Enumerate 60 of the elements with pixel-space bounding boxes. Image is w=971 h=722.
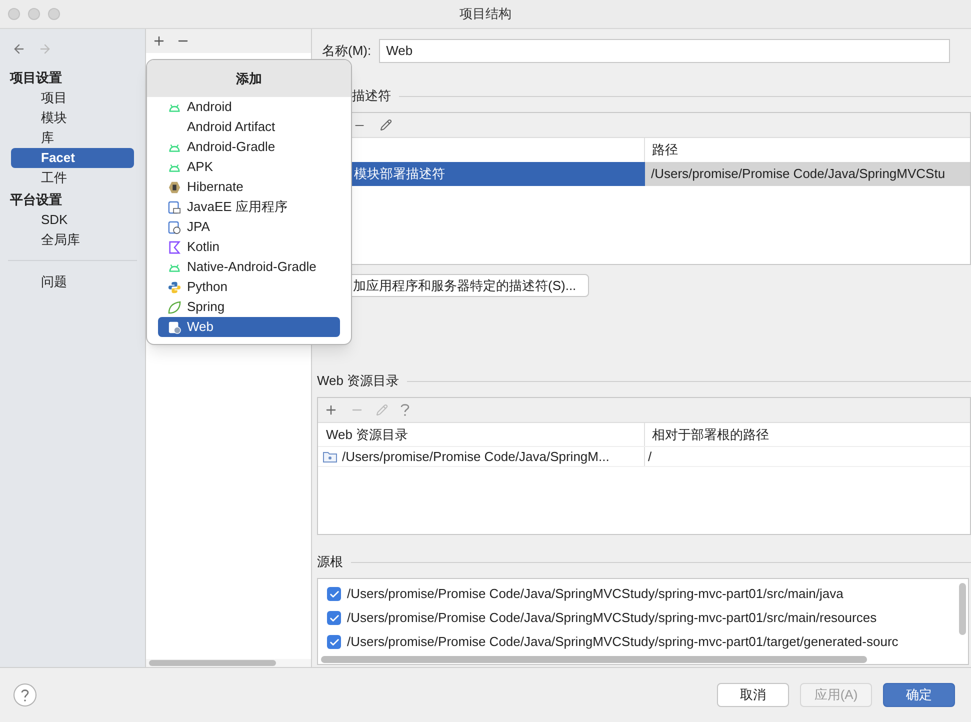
- help-icon[interactable]: [400, 403, 410, 417]
- window-title: 项目结构: [458, 5, 512, 24]
- scrollbar[interactable]: [149, 660, 276, 666]
- menu-item[interactable]: Android-Gradle: [158, 137, 340, 157]
- sidebar-item[interactable]: 模块: [11, 108, 134, 128]
- document-icon: [168, 200, 181, 214]
- table-cell-text: /Users/promise/Promise Code/Java/SpringM...: [342, 448, 610, 466]
- web-page-icon: [168, 320, 181, 334]
- section-title: 源根: [317, 553, 343, 572]
- menu-item[interactable]: Android Artifact: [158, 117, 340, 137]
- sidebar-heading: 项目设置: [8, 69, 63, 88]
- leaf-icon: [168, 300, 181, 314]
- name-field[interactable]: Web: [379, 39, 950, 63]
- source-root-path: /Users/promise/Promise Code/Java/SpringMVCStudy/spring-mvc-part01/target/generated-sourc: [347, 633, 898, 652]
- column-header: 路径: [651, 141, 679, 160]
- checkbox[interactable]: [327, 587, 341, 601]
- check-icon: [328, 612, 340, 624]
- folder-icon: [323, 450, 337, 462]
- column-header: Web 资源目录: [318, 423, 645, 446]
- menu-item[interactable]: Kotlin: [158, 237, 340, 257]
- menu-item[interactable]: JPA: [158, 217, 340, 237]
- menu-item[interactable]: Web: [158, 317, 340, 337]
- dialog-button[interactable]: 确定: [883, 683, 955, 707]
- check-icon: [328, 588, 340, 600]
- field-label: 名称(M):: [322, 42, 372, 60]
- help-icon[interactable]: [13, 683, 37, 707]
- sidebar-item[interactable]: 全局库: [11, 230, 134, 250]
- section-title: 描述符: [352, 87, 391, 106]
- kotlin-icon: [168, 240, 181, 254]
- scrollbar[interactable]: [958, 583, 966, 635]
- sidebar-item[interactable]: Facet: [11, 148, 134, 168]
- section-title: Web 资源目录: [317, 372, 400, 390]
- menu-item[interactable]: JavaEE 应用程序: [158, 197, 340, 217]
- sidebar-item[interactable]: 问题: [11, 272, 134, 292]
- menu-item[interactable]: Native-Android-Gradle: [158, 257, 340, 277]
- checkbox[interactable]: [327, 611, 341, 625]
- sidebar-item[interactable]: 工件: [11, 168, 134, 188]
- dialog-button[interactable]: 取消: [717, 683, 789, 707]
- check-icon: [328, 636, 340, 648]
- column-header: 相对于部署根的路径: [651, 426, 770, 444]
- checkbox[interactable]: [327, 635, 341, 649]
- add-icon[interactable]: [152, 34, 166, 48]
- sidebar-item[interactable]: 库: [11, 128, 134, 148]
- menu-title: 添加: [236, 70, 262, 88]
- python-icon: [168, 280, 181, 294]
- table-cell: /Users/promise/Promise Code/Java/SpringMVCStu: [645, 162, 970, 186]
- table-cell-text: /: [647, 448, 653, 466]
- edit-icon[interactable]: [380, 119, 392, 131]
- table-row[interactable]: 模块部署描述符 /Users/promise/Promise Code/Java/SpringMVCStu: [313, 162, 970, 186]
- sidebar-item[interactable]: SDK: [11, 210, 134, 230]
- source-root-path: /Users/promise/Promise Code/Java/SpringMVCStudy/spring-mvc-part01/src/main/resources: [347, 609, 877, 628]
- source-root-path: /Users/promise/Promise Code/Java/SpringMVCStudy/spring-mvc-part01/src/main/java: [347, 585, 844, 604]
- hexagon-icon: [168, 180, 181, 194]
- sidebar-heading: 平台设置: [9, 191, 63, 210]
- menu-item[interactable]: Android: [158, 97, 340, 117]
- sidebar-item[interactable]: 项目: [11, 88, 134, 108]
- add-icon[interactable]: [324, 403, 338, 417]
- scrollbar[interactable]: [321, 656, 867, 663]
- back-icon[interactable]: [12, 42, 26, 56]
- menu-item[interactable]: Spring: [158, 297, 340, 317]
